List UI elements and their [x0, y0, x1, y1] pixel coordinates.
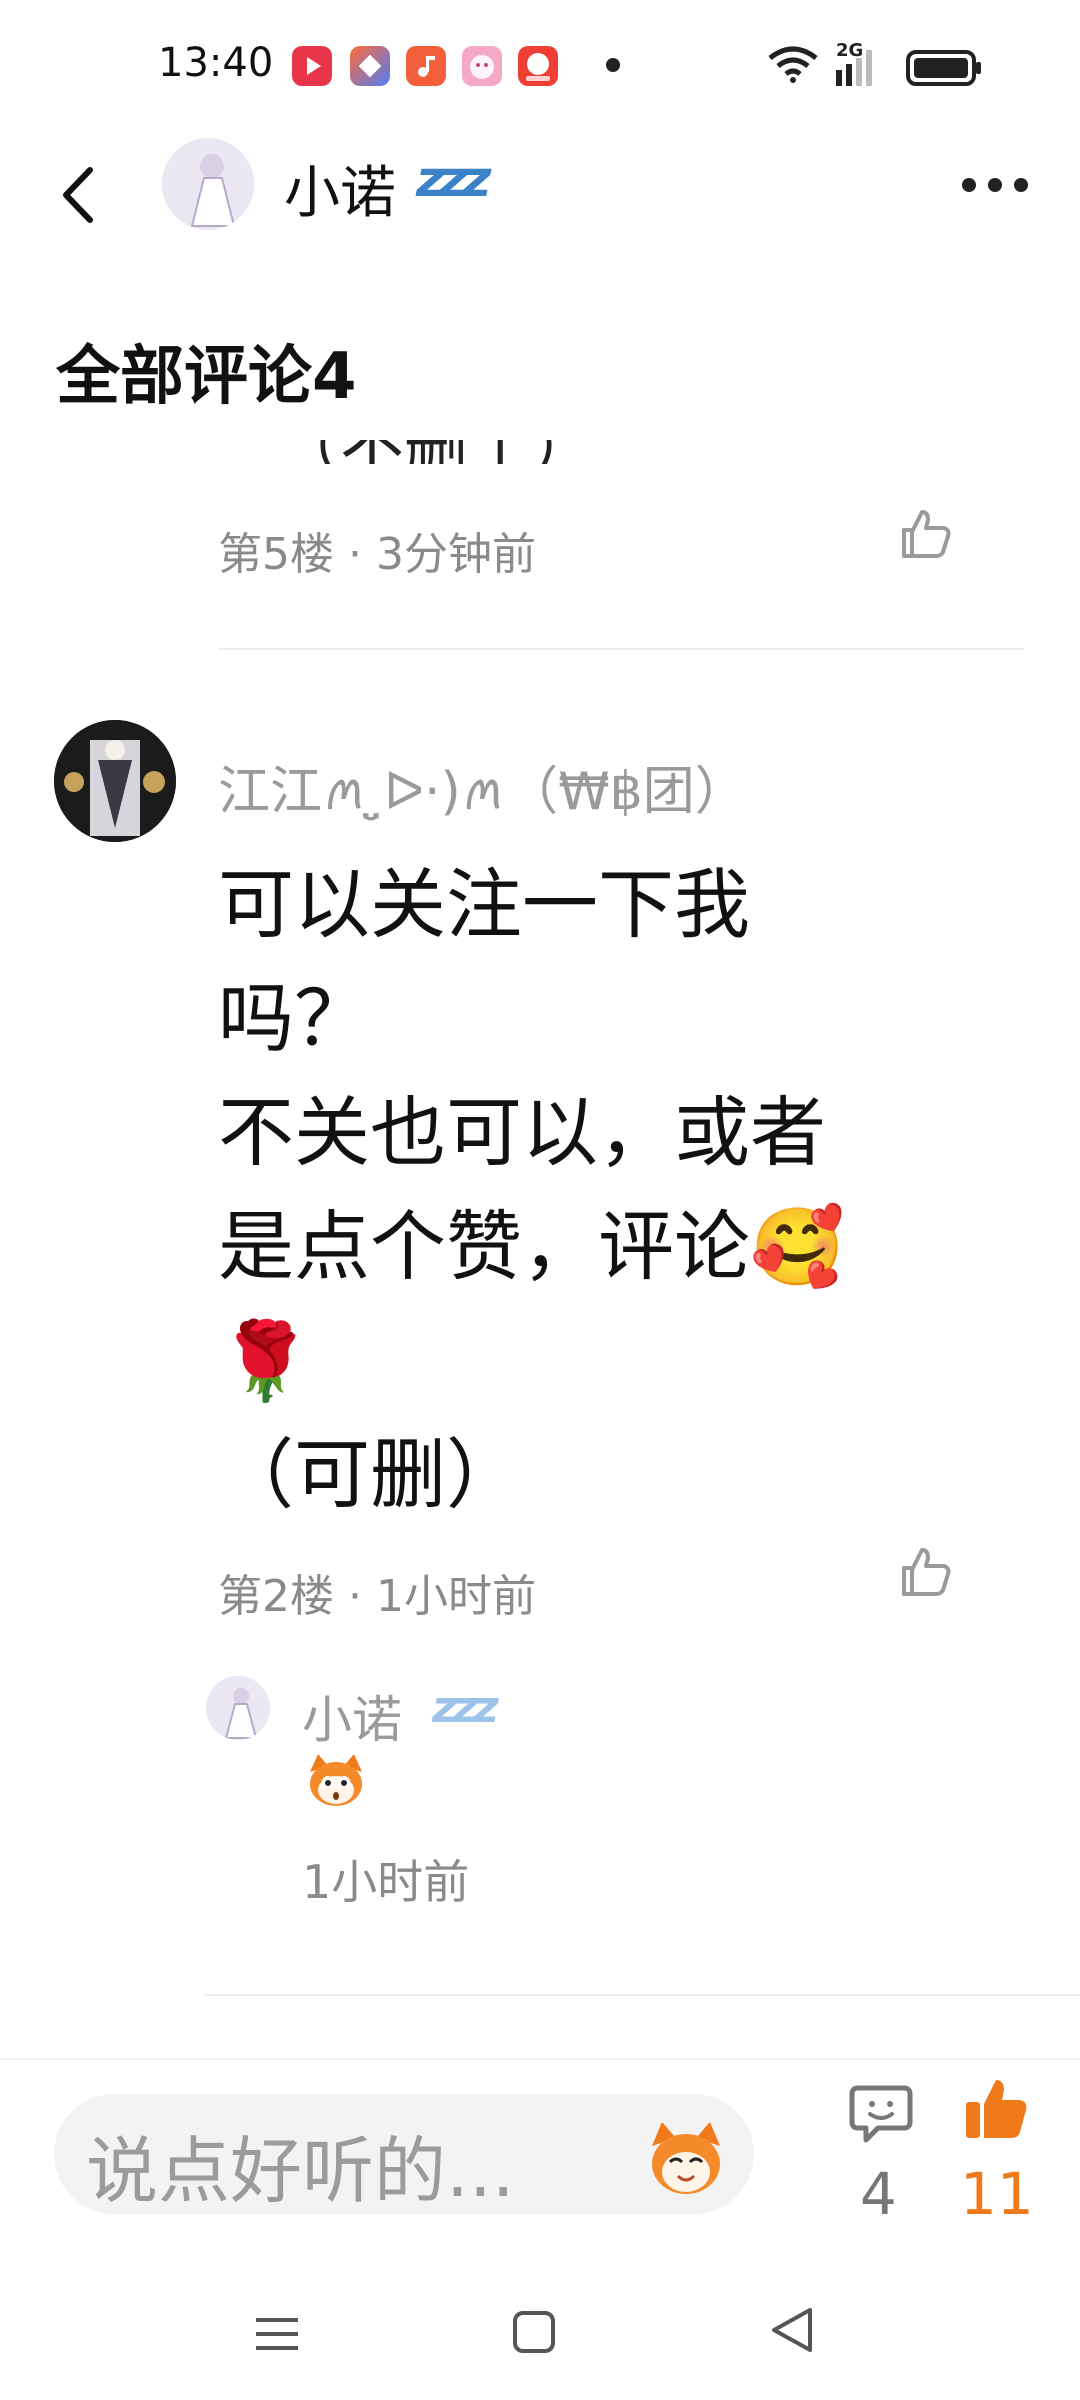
sleep-zzz-icon: zzz [432, 1682, 499, 1733]
nav-home-icon[interactable] [512, 2310, 556, 2358]
sleep-zzz-icon: zzz [416, 150, 491, 208]
divider [204, 1994, 1080, 1996]
nav-back-icon[interactable] [770, 2306, 814, 2358]
reply-time: 1小时前 [302, 1855, 470, 1909]
battery-icon [906, 50, 982, 90]
reply-username[interactable]: 小诺 [302, 1680, 402, 1752]
reply-avatar[interactable] [206, 1676, 270, 1740]
music-app-icon [406, 46, 446, 86]
comment-meta: 第2楼 · 1小时前 [218, 1571, 536, 1622]
comments-section-title: 全部评论4 [56, 340, 357, 414]
status-time: 13:40 [158, 40, 274, 86]
like-filled-icon[interactable] [962, 2076, 1030, 2146]
game-app-icon [462, 46, 502, 86]
comment-meta: 第5楼 · 3分钟前 [218, 529, 536, 580]
divider [218, 648, 1024, 650]
wifi-icon [766, 44, 820, 88]
signal-strength-icon [836, 44, 890, 94]
mail-app-icon [350, 46, 390, 86]
notification-dot [606, 58, 620, 72]
thumbs-up-icon[interactable] [898, 506, 954, 566]
comment-bubble-icon[interactable] [848, 2082, 914, 2152]
comment-body-cut-off: （不删了） [276, 440, 576, 464]
video-app-icon [292, 46, 332, 86]
comment-count[interactable]: 4 [860, 2160, 897, 2228]
commenter-avatar[interactable] [54, 720, 176, 842]
more-options-icon[interactable] [958, 170, 1038, 200]
comment-input-placeholder[interactable]: 说点好听的... [86, 2112, 515, 2217]
back-arrow-icon[interactable] [56, 160, 106, 230]
thumbs-up-icon[interactable] [898, 1544, 954, 1604]
header-avatar[interactable] [162, 138, 254, 230]
shopping-618-app-icon [518, 46, 558, 86]
commenter-username[interactable]: 江江ꪔ ̤̮ᐅ·)ꪔ（₩฿团） [218, 740, 747, 850]
header-username[interactable]: 小诺 [284, 148, 396, 229]
squirrel-sticker-icon [304, 1752, 368, 1812]
comment-body: 可以关注一下我 吗？ 不关也可以，或者 是点个赞，评论🥰 🌹 （可删） [218, 860, 845, 1519]
nav-menu-icon[interactable] [254, 2314, 300, 2358]
sticker-picker-icon[interactable] [644, 2118, 728, 2202]
like-count[interactable]: 11 [960, 2160, 1034, 2228]
